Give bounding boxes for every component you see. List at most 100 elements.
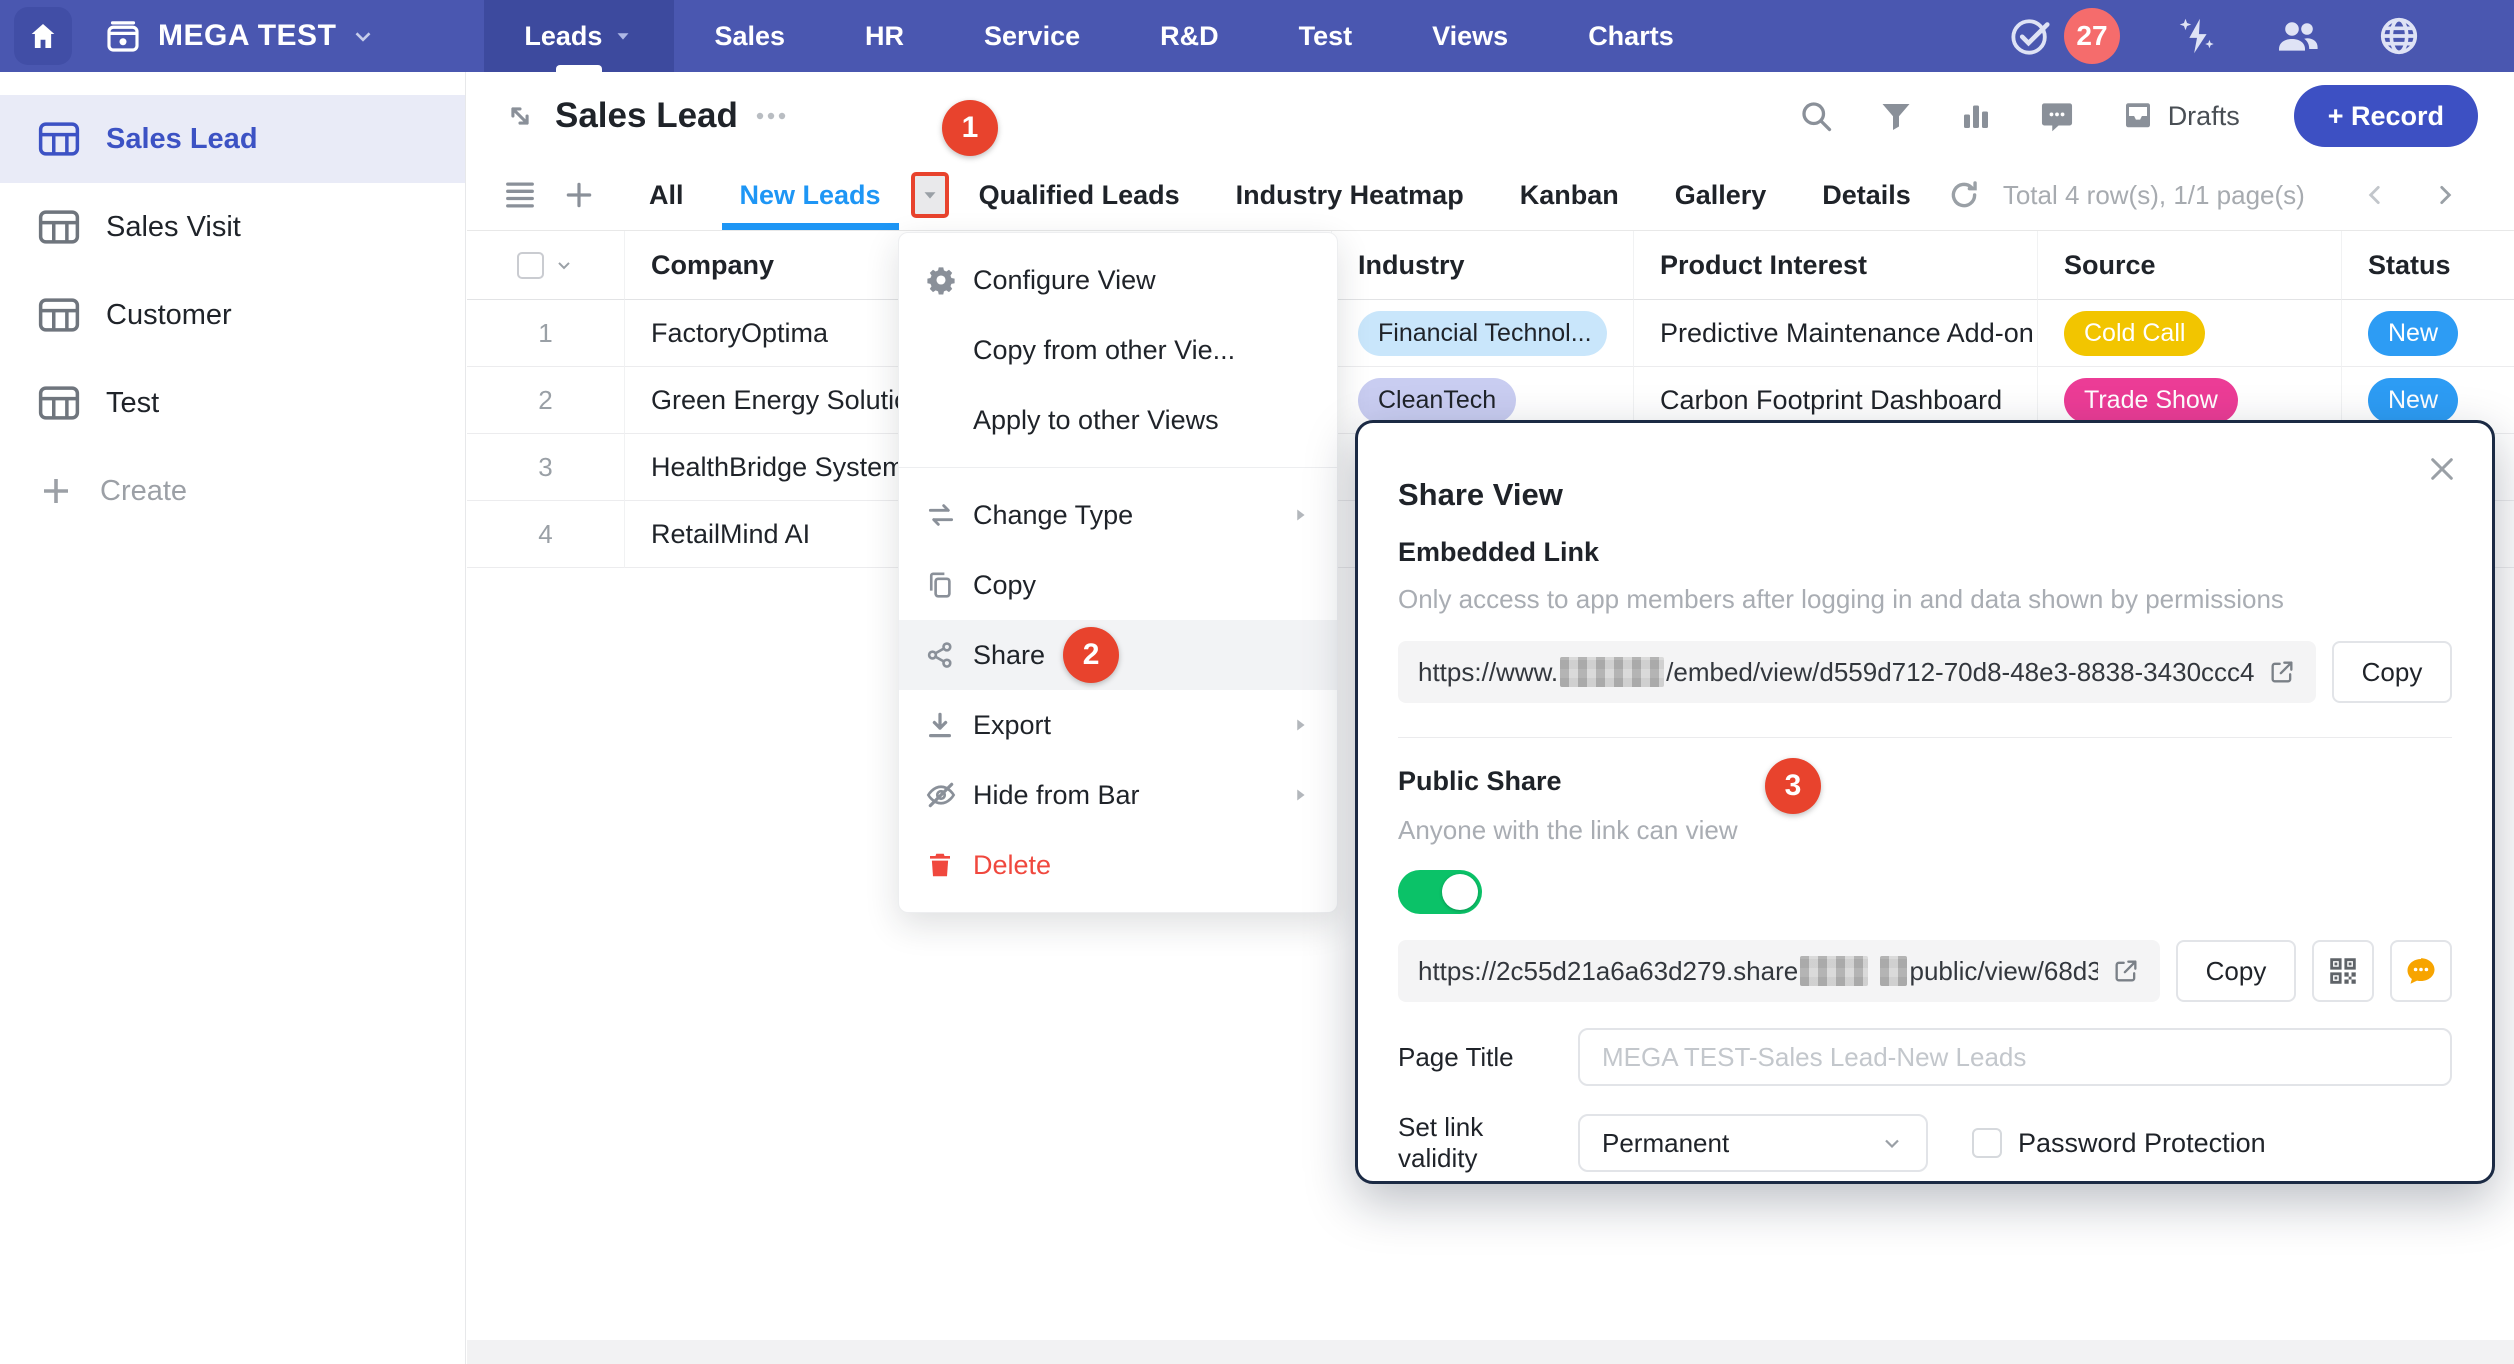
link-validity-select[interactable]: Permanent bbox=[1578, 1114, 1928, 1172]
menu-item-hide-from-bar[interactable]: Hide from Bar bbox=[899, 760, 1337, 830]
public-share-url[interactable]: https://2c55d21a6a63d279.sharepublic/vie… bbox=[1398, 940, 2160, 1002]
view-menu-trigger[interactable] bbox=[911, 172, 949, 218]
add-record-button[interactable]: + Record bbox=[2294, 85, 2478, 147]
column-header-source[interactable]: Source bbox=[2038, 231, 2342, 300]
cell-status[interactable]: New bbox=[2342, 300, 2514, 367]
nav-tab-service[interactable]: Service bbox=[944, 0, 1120, 72]
nav-tab-label: Service bbox=[984, 21, 1080, 52]
select-all-checkbox[interactable] bbox=[517, 252, 544, 279]
nav-tab-test[interactable]: Test bbox=[1259, 0, 1393, 72]
more-options-icon[interactable] bbox=[754, 109, 788, 123]
embedded-link-url[interactable]: https://www. /embed/view/d559d712-70d8-48… bbox=[1398, 641, 2316, 703]
approvals-button[interactable]: 27 bbox=[2008, 8, 2120, 64]
sidebar-create-button[interactable]: Create bbox=[0, 447, 465, 535]
feedback-chat-button[interactable] bbox=[2390, 940, 2452, 1002]
home-button[interactable] bbox=[14, 7, 72, 65]
sidebar-item-label: Sales Visit bbox=[106, 211, 241, 244]
eye-off-icon bbox=[925, 779, 973, 811]
nav-tab-views[interactable]: Views bbox=[1392, 0, 1548, 72]
column-header-product-interest[interactable]: Product Interest bbox=[1634, 231, 2038, 300]
search-button[interactable] bbox=[1798, 98, 1834, 134]
bar-chart-icon bbox=[1958, 98, 1994, 134]
refresh-button[interactable] bbox=[1947, 178, 1981, 212]
status-pill: New bbox=[2368, 311, 2458, 356]
sidebar-item-customer[interactable]: Customer bbox=[0, 271, 465, 359]
drafts-button[interactable]: Drafts bbox=[2120, 98, 2240, 134]
sidebar-item-sales-lead[interactable]: Sales Lead bbox=[0, 95, 465, 183]
view-tab-details[interactable]: Details bbox=[1794, 160, 1939, 230]
public-share-toggle[interactable] bbox=[1398, 870, 1482, 914]
sidebar-item-sales-visit[interactable]: Sales Visit bbox=[0, 183, 465, 271]
cell-source[interactable]: Cold Call bbox=[2038, 300, 2342, 367]
language-button[interactable] bbox=[2376, 13, 2422, 59]
expand-icon[interactable] bbox=[503, 99, 537, 133]
embedded-link-heading: Embedded Link bbox=[1398, 537, 2452, 568]
menu-item-delete[interactable]: Delete bbox=[899, 830, 1337, 900]
prev-page-button[interactable] bbox=[2362, 182, 2388, 208]
nav-tab-hr[interactable]: HR bbox=[825, 0, 944, 72]
open-link-icon[interactable] bbox=[2112, 957, 2140, 985]
chevron-down-icon[interactable] bbox=[554, 255, 574, 275]
nav-tab-sales[interactable]: Sales bbox=[674, 0, 825, 72]
bottom-scroll-area bbox=[467, 1340, 2514, 1364]
url-prefix: https://www. bbox=[1418, 657, 1558, 688]
link-validity-row: Set link validity Permanent Password Pro… bbox=[1398, 1112, 2452, 1174]
view-list-icon[interactable] bbox=[503, 180, 537, 210]
view-tab-gallery[interactable]: Gallery bbox=[1647, 160, 1795, 230]
column-header-status[interactable]: Status bbox=[2342, 231, 2514, 300]
menu-item-apply-to-other-views[interactable]: Apply to other Views bbox=[899, 385, 1337, 455]
chart-button[interactable] bbox=[1958, 98, 1994, 134]
ai-assistant-button[interactable] bbox=[2174, 13, 2220, 59]
workspace-switcher[interactable]: MEGA TEST bbox=[102, 15, 376, 57]
chat-bubble-icon bbox=[2403, 953, 2439, 989]
table-row[interactable]: 1 FactoryOptima Financial Technol... Pre… bbox=[467, 300, 2514, 367]
nav-tab-label: Charts bbox=[1588, 21, 1674, 52]
row-number: 4 bbox=[467, 501, 625, 568]
globe-icon bbox=[2376, 13, 2422, 59]
view-tab-qualified-leads[interactable]: Qualified Leads bbox=[951, 160, 1208, 230]
annotation-step-1: 1 bbox=[942, 100, 998, 156]
menu-item-export[interactable]: Export bbox=[899, 690, 1337, 760]
collaborators-button[interactable] bbox=[2274, 12, 2322, 60]
sidebar: Sales Lead Sales Visit Customer Test Cre… bbox=[0, 72, 466, 1364]
copy-public-link-button[interactable]: Copy bbox=[2176, 940, 2296, 1002]
view-tab-new-leads[interactable]: New Leads bbox=[712, 160, 909, 230]
top-nav: MEGA TEST Leads Sales HR Service R&D Tes… bbox=[0, 0, 2514, 72]
menu-item-label: Copy from other Vie... bbox=[973, 335, 1235, 366]
nav-tab-label: Views bbox=[1432, 21, 1508, 52]
url-suffix: /embed/view/d559d712-70d8-48e3-8838-3430… bbox=[1666, 657, 2254, 688]
cell-product-interest[interactable]: Predictive Maintenance Add-on bbox=[1634, 300, 2038, 367]
toggle-knob bbox=[1442, 874, 1478, 910]
password-protection-checkbox[interactable] bbox=[1972, 1128, 2002, 1158]
view-tab-all[interactable]: All bbox=[621, 160, 712, 230]
filter-button[interactable] bbox=[1878, 98, 1914, 134]
qr-code-button[interactable] bbox=[2312, 940, 2374, 1002]
view-tab-kanban[interactable]: Kanban bbox=[1492, 160, 1647, 230]
next-page-button[interactable] bbox=[2432, 182, 2458, 208]
copy-embedded-link-button[interactable]: Copy bbox=[2332, 641, 2452, 703]
cell-industry[interactable]: Financial Technol... bbox=[1332, 300, 1634, 367]
view-tab-industry-heatmap[interactable]: Industry Heatmap bbox=[1208, 160, 1492, 230]
link-validity-value: Permanent bbox=[1602, 1128, 1729, 1159]
nav-tab-label: Test bbox=[1299, 21, 1353, 52]
nav-tab-rnd[interactable]: R&D bbox=[1120, 0, 1259, 72]
nav-tab-leads[interactable]: Leads bbox=[484, 0, 674, 72]
page-title-input[interactable] bbox=[1578, 1028, 2452, 1086]
view-context-menu: Configure View Copy from other Vie... Ap… bbox=[898, 232, 1338, 913]
menu-item-change-type[interactable]: Change Type bbox=[899, 480, 1337, 550]
menu-item-copy-from-other-views[interactable]: Copy from other Vie... bbox=[899, 315, 1337, 385]
source-pill: Cold Call bbox=[2064, 311, 2205, 356]
menu-item-label: Export bbox=[973, 710, 1051, 741]
open-link-icon[interactable] bbox=[2268, 658, 2296, 686]
comment-icon bbox=[2038, 97, 2076, 135]
menu-item-configure-view[interactable]: Configure View bbox=[899, 245, 1337, 315]
menu-item-copy[interactable]: Copy bbox=[899, 550, 1337, 620]
column-header-industry[interactable]: Industry bbox=[1332, 231, 1634, 300]
sidebar-item-test[interactable]: Test bbox=[0, 359, 465, 447]
menu-item-share[interactable]: Share 2 bbox=[899, 620, 1337, 690]
add-view-icon[interactable] bbox=[563, 179, 595, 211]
menu-item-label: Share bbox=[973, 640, 1045, 671]
dialog-close-button[interactable] bbox=[2422, 449, 2462, 489]
comments-button[interactable] bbox=[2038, 97, 2076, 135]
nav-tab-charts[interactable]: Charts bbox=[1548, 0, 1714, 72]
